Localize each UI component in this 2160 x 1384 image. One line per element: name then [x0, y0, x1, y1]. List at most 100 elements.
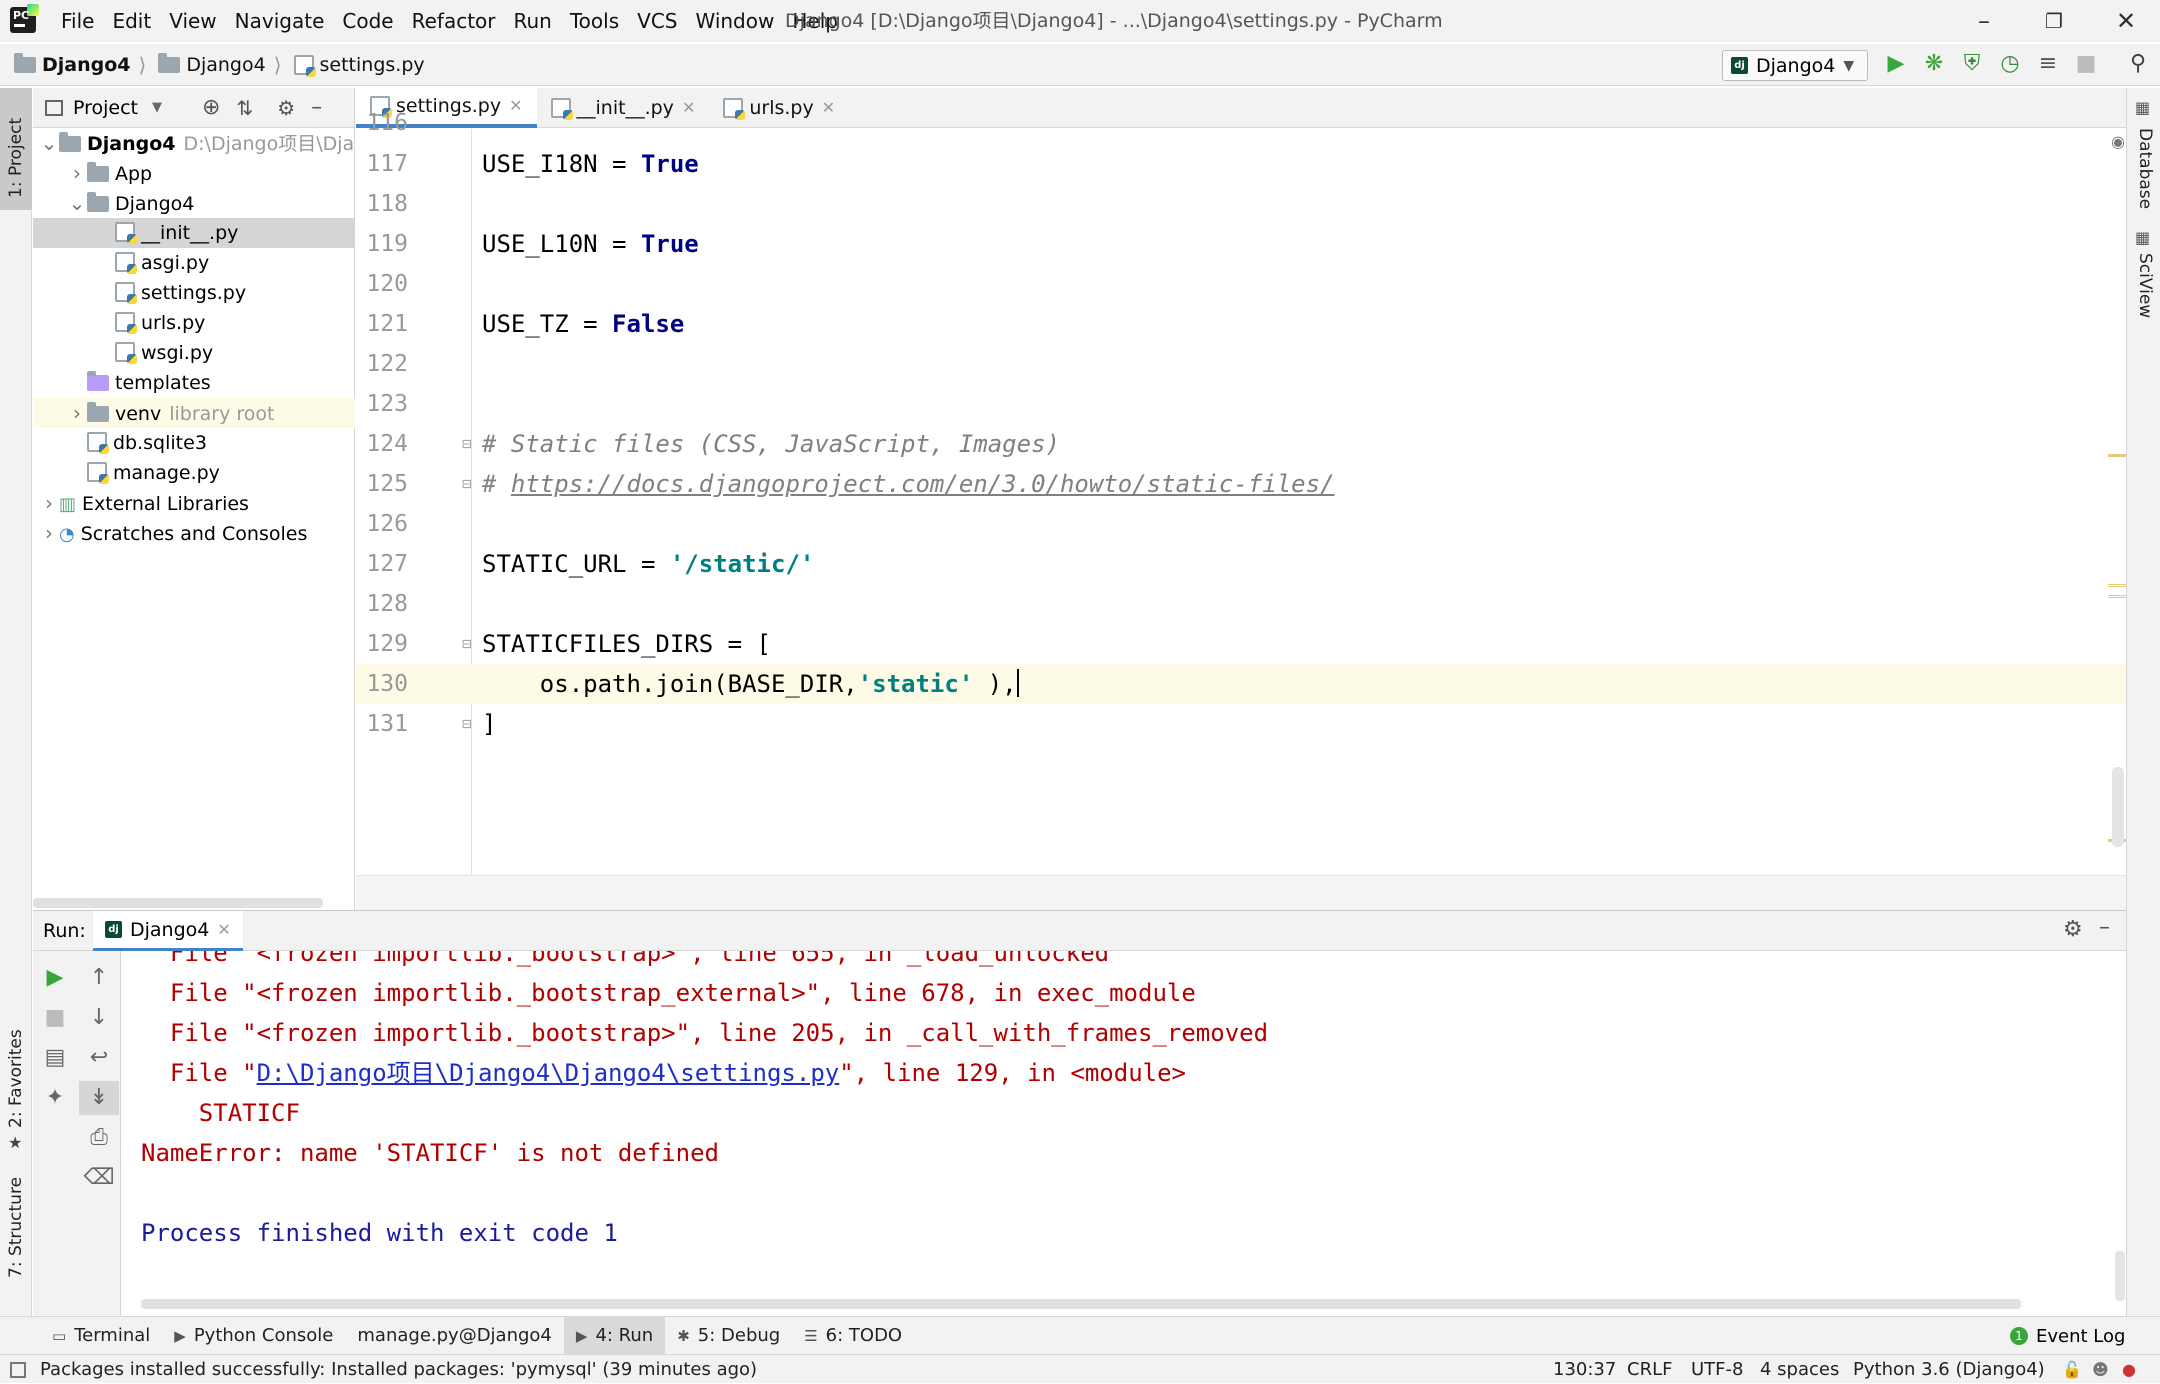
- run-icon[interactable]: ▶: [1882, 50, 1910, 78]
- indent-setting[interactable]: 4 spaces: [1760, 1355, 1839, 1384]
- code-text[interactable]: USE_L10N = True: [482, 224, 699, 264]
- favorites-tool-tab[interactable]: 2: Favorites: [6, 1029, 26, 1128]
- code-text[interactable]: ]: [482, 704, 496, 744]
- debug-icon[interactable]: ❋: [1920, 50, 1948, 78]
- code-line[interactable]: 123: [356, 384, 2126, 424]
- code-line[interactable]: 121 USE_TZ = False: [356, 304, 2126, 344]
- tree-item[interactable]: › App: [33, 158, 355, 188]
- code-text[interactable]: # Static files (CSS, JavaScript, Images): [482, 424, 1060, 464]
- code-text[interactable]: os.path.join(BASE_DIR,'static' ),: [482, 664, 1019, 704]
- close-tab-icon[interactable]: ✕: [217, 920, 230, 939]
- eye-icon[interactable]: ◉: [2111, 132, 2125, 151]
- menu-item[interactable]: VCS: [628, 0, 686, 42]
- gear-icon[interactable]: ⚙: [277, 96, 295, 120]
- search-icon[interactable]: ⚲: [2124, 50, 2152, 78]
- console-vertical-scrollbar[interactable]: [2115, 1251, 2125, 1301]
- collapse-all-icon[interactable]: ⇅: [236, 96, 253, 120]
- sciview-tool-tab[interactable]: SciView: [2135, 253, 2155, 318]
- tree-item[interactable]: › ◔ Scratches and Consoles: [33, 518, 355, 548]
- menu-item[interactable]: Navigate: [226, 0, 334, 42]
- chevron-right-icon[interactable]: ›: [67, 158, 87, 188]
- breadcrumb-item[interactable]: settings.py: [320, 54, 425, 76]
- chevron-right-icon[interactable]: ›: [39, 518, 59, 548]
- menu-item[interactable]: File: [52, 0, 103, 42]
- menu-item[interactable]: Code: [333, 0, 402, 42]
- code-text[interactable]: USE_I18N = True: [482, 144, 699, 184]
- inspector-icon[interactable]: ☻: [2092, 1360, 2109, 1379]
- code-line[interactable]: 129 STATICFILES_DIRS = [⊟: [356, 624, 2126, 664]
- console-file-link[interactable]: D:\Django项目\Django4\Django4\settings.py: [257, 1059, 840, 1087]
- hide-icon[interactable]: –: [2099, 915, 2110, 940]
- fold-end-icon[interactable]: ⊟: [462, 704, 472, 744]
- bottom-tab[interactable]: ✱ 5: Debug: [665, 1317, 792, 1355]
- horizontal-scrollbar[interactable]: [33, 898, 323, 908]
- fold-end-icon[interactable]: ⊟: [462, 464, 472, 504]
- lock-icon[interactable]: 🔓: [2062, 1360, 2082, 1379]
- structure-tool-tab[interactable]: 7: Structure: [6, 1177, 26, 1278]
- tree-item[interactable]: db.sqlite3: [33, 428, 355, 458]
- tree-item[interactable]: ⌄ Django4 D:\Django项目\Django4: [33, 128, 355, 158]
- fold-icon[interactable]: ⊟: [462, 624, 472, 664]
- chevron-down-icon[interactable]: ⌄: [67, 188, 87, 218]
- profile-icon[interactable]: ◷: [1996, 50, 2024, 78]
- tree-item[interactable]: › venv library root: [33, 398, 355, 428]
- tree-item[interactable]: __init__.py: [33, 218, 355, 248]
- code-line[interactable]: 119 USE_L10N = True: [356, 224, 2126, 264]
- tree-item[interactable]: urls.py: [33, 308, 355, 338]
- bottom-tab[interactable]: ▶ Python Console: [162, 1317, 345, 1355]
- menu-item[interactable]: Run: [505, 0, 561, 42]
- chevron-right-icon[interactable]: ›: [39, 488, 59, 518]
- database-tool-tab[interactable]: Database: [2135, 128, 2155, 209]
- code-line[interactable]: 125 # https://docs.djangoproject.com/en/3…: [356, 464, 2126, 504]
- breadcrumb-item[interactable]: Django4: [42, 54, 131, 76]
- code-text[interactable]: # https://docs.djangoproject.com/en/3.0/…: [482, 464, 1335, 504]
- bottom-tab[interactable]: ▭ Terminal: [40, 1317, 162, 1355]
- code-line[interactable]: 118: [356, 184, 2126, 224]
- run-configuration-select[interactable]: dj Django4 ▼: [1722, 50, 1868, 81]
- gear-icon[interactable]: ⚙: [2063, 917, 2083, 942]
- breadcrumb-item[interactable]: Django4: [186, 54, 265, 76]
- menu-item[interactable]: Refactor: [403, 0, 505, 42]
- run-tab[interactable]: dj Django4 ✕: [93, 911, 243, 951]
- code-line[interactable]: 131] ⊟: [356, 704, 2126, 744]
- code-line[interactable]: 122: [356, 344, 2126, 384]
- console-horizontal-scrollbar[interactable]: [141, 1299, 2021, 1309]
- status-message[interactable]: Packages installed successfully: Install…: [40, 1355, 757, 1384]
- code-line[interactable]: 124 # Static files (CSS, JavaScript, Imag…: [356, 424, 2126, 464]
- tree-item[interactable]: asgi.py: [33, 248, 355, 278]
- minimize-button[interactable]: –: [1950, 0, 2018, 42]
- tree-item[interactable]: wsgi.py: [33, 338, 355, 368]
- project-view-select[interactable]: Project: [73, 97, 138, 119]
- code-line[interactable]: 117 USE_I18N = True: [356, 144, 2126, 184]
- tree-item[interactable]: manage.py: [33, 458, 355, 488]
- build-icon[interactable]: ≡: [2034, 50, 2062, 78]
- tree-item[interactable]: settings.py: [33, 278, 355, 308]
- hide-icon[interactable]: –: [311, 95, 322, 120]
- tree-item[interactable]: templates: [33, 368, 355, 398]
- file-encoding[interactable]: UTF-8: [1691, 1355, 1743, 1384]
- close-window-button[interactable]: ✕: [2092, 0, 2160, 42]
- tree-item[interactable]: › ▥ External Libraries: [33, 488, 355, 518]
- chevron-down-icon[interactable]: ⌄: [39, 128, 59, 158]
- menu-item[interactable]: Edit: [103, 0, 160, 42]
- python-interpreter[interactable]: Python 3.6 (Django4): [1853, 1355, 2045, 1384]
- menu-item[interactable]: Tools: [561, 0, 628, 42]
- code-line[interactable]: 126: [356, 504, 2126, 544]
- code-text[interactable]: STATIC_URL = '/static/': [482, 544, 814, 584]
- code-line[interactable]: 130 os.path.join(BASE_DIR,'static' ),: [356, 664, 2126, 704]
- vertical-scrollbar[interactable]: [2112, 767, 2124, 847]
- stop-icon[interactable]: ■: [2072, 50, 2100, 78]
- coverage-icon[interactable]: ⛨: [1958, 50, 1986, 78]
- bottom-tab[interactable]: ▶ 4: Run: [563, 1316, 666, 1355]
- warning-stripe[interactable]: [2108, 454, 2126, 457]
- code-text[interactable]: STATICFILES_DIRS = [: [482, 624, 771, 664]
- code-line[interactable]: 127 STATIC_URL = '/static/': [356, 544, 2126, 584]
- console-output[interactable]: File "<frozen importlib._bootstrap>", li…: [33, 951, 2126, 1291]
- fold-icon[interactable]: ⊟: [462, 424, 472, 464]
- warning-stripe[interactable]: [2108, 584, 2126, 598]
- restore-button[interactable]: ❐: [2020, 0, 2088, 42]
- code-line[interactable]: 128: [356, 584, 2126, 624]
- menu-item[interactable]: Window: [686, 0, 783, 42]
- code-editor[interactable]: 116 117 USE_I18N = True 118 119 USE_L10N = Tr…: [356, 110, 2126, 875]
- error-icon[interactable]: ●: [2122, 1360, 2136, 1379]
